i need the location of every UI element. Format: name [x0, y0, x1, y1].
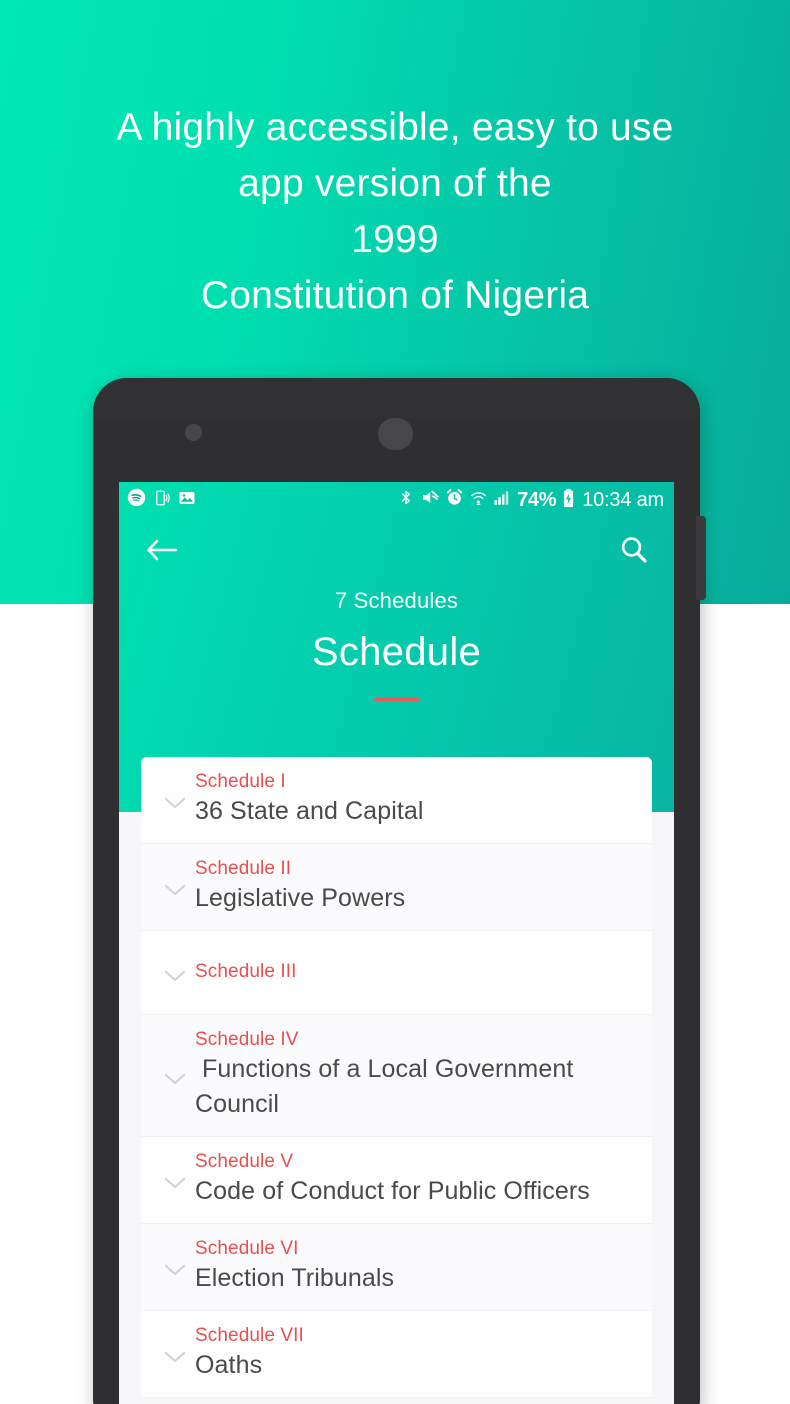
- phone-earpiece-speaker: [378, 418, 413, 450]
- app-hero: 7 Schedules Schedule: [119, 588, 674, 701]
- search-icon: [621, 537, 647, 563]
- cellular-signal-icon: [493, 489, 511, 512]
- schedule-row[interactable]: Schedule II Legislative Powers: [141, 844, 652, 931]
- page-title: Schedule: [311, 630, 482, 674]
- schedule-row-label: Schedule I: [195, 771, 286, 792]
- schedule-row-label: Schedule VI: [195, 1238, 299, 1259]
- chevron-down-icon: [155, 788, 195, 810]
- schedule-list: Schedule I 36 State and Capital Schedule I…: [141, 757, 652, 1398]
- phone-power-button[interactable]: [696, 516, 706, 600]
- chevron-down-icon: [155, 1064, 195, 1086]
- schedule-row-title: Oaths: [195, 1351, 263, 1379]
- search-button[interactable]: [618, 534, 650, 566]
- photo-icon: [178, 489, 196, 512]
- phone-front-camera-icon: [185, 424, 202, 441]
- schedule-row-label: Schedule II: [195, 858, 292, 879]
- schedule-row-title: Legislative Powers: [195, 884, 406, 912]
- spotify-icon: [127, 488, 146, 512]
- schedule-row-text: Schedule I 36 State and Capital: [195, 769, 638, 829]
- schedule-row-label: Schedule IV: [195, 1029, 299, 1050]
- volume-mute-icon: [420, 488, 439, 512]
- schedule-row-text: Schedule V Code of Conduct for Public Off…: [195, 1149, 638, 1209]
- schedule-row-text: Schedule VI Election Tribunals: [195, 1236, 638, 1296]
- back-arrow-icon: [147, 539, 178, 561]
- chevron-down-icon: [155, 1255, 195, 1277]
- status-bar: 74% 10:34 am: [119, 482, 674, 518]
- chevron-down-icon: [155, 875, 195, 897]
- schedule-row-text: Schedule III: [195, 959, 638, 984]
- schedule-row-title: Functions of a Local Government Council: [195, 1055, 581, 1118]
- schedule-row-text: Schedule IV Functions of a Local Governm…: [195, 1027, 638, 1122]
- schedule-count-label: 7 Schedules: [334, 588, 459, 613]
- schedule-row[interactable]: Schedule VI Election Tribunals: [141, 1224, 652, 1311]
- schedule-row-label: Schedule VII: [195, 1325, 304, 1346]
- bluetooth-icon: [398, 488, 414, 512]
- chevron-down-icon: [155, 1168, 195, 1190]
- status-bar-clock: 10:34 am: [582, 489, 664, 511]
- vibrate-icon: [153, 489, 171, 512]
- wifi-icon: [470, 489, 487, 512]
- schedule-row-title: Election Tribunals: [195, 1264, 395, 1292]
- status-bar-right-icons: 74% 10:34 am: [398, 488, 664, 513]
- schedule-row-title: 36 State and Capital: [195, 797, 424, 825]
- schedule-row[interactable]: Schedule III: [141, 931, 652, 1015]
- promo-headline: A highly accessible, easy to use app ver…: [116, 106, 674, 317]
- chevron-down-icon: [155, 961, 195, 983]
- schedule-row-label: Schedule V: [195, 1151, 294, 1172]
- battery-percent-label: 74%: [517, 489, 557, 511]
- phone-top-bezel: [93, 378, 700, 418]
- schedule-row-label: Schedule III: [195, 961, 297, 982]
- phone-mockup: 74% 10:34 am 7 Schedules Schedule Schedu…: [93, 378, 706, 1404]
- phone-screen: 74% 10:34 am 7 Schedules Schedule Schedu…: [119, 482, 674, 1404]
- back-button[interactable]: [145, 537, 179, 563]
- schedule-row[interactable]: Schedule IV Functions of a Local Governm…: [141, 1015, 652, 1137]
- schedule-row-text: Schedule II Legislative Powers: [195, 856, 638, 916]
- battery-charging-icon: [562, 488, 575, 513]
- promo-screenshot-page: A highly accessible, easy to use app ver…: [0, 0, 790, 1404]
- alarm-icon: [445, 488, 464, 512]
- app-toolbar: [119, 518, 674, 582]
- title-underline-accent: [373, 697, 420, 701]
- schedule-row-title: Code of Conduct for Public Officers: [195, 1177, 590, 1205]
- schedule-row[interactable]: Schedule I 36 State and Capital: [141, 757, 652, 844]
- schedule-row[interactable]: Schedule V Code of Conduct for Public Off…: [141, 1137, 652, 1224]
- status-bar-left-icons: [127, 488, 196, 512]
- chevron-down-icon: [155, 1342, 195, 1364]
- schedule-row-text: Schedule VII Oaths: [195, 1323, 638, 1383]
- schedule-row[interactable]: Schedule VII Oaths: [141, 1311, 652, 1398]
